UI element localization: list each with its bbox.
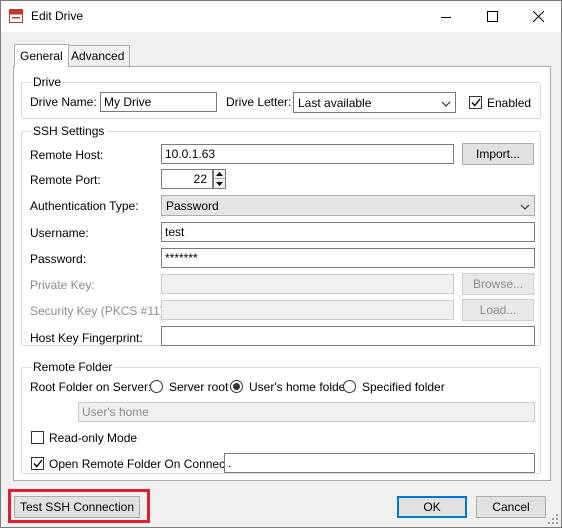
ok-button[interactable]: OK	[397, 496, 467, 518]
remote-host-input[interactable]: 10.0.1.63	[161, 144, 454, 164]
open-on-connect-checkbox[interactable]	[31, 457, 44, 470]
chevron-down-icon	[520, 199, 530, 213]
enabled-checkbox[interactable]	[469, 96, 482, 109]
maximize-button[interactable]	[469, 1, 515, 32]
drive-name-label: Drive Name:	[30, 95, 97, 109]
radio-selected-dot	[233, 383, 240, 390]
window-title: Edit Drive	[31, 9, 84, 23]
password-input[interactable]: *******	[161, 248, 535, 268]
tab-panel-general: Drive Drive Name: My Drive Drive Letter:…	[13, 66, 551, 481]
radio-specified-folder-label: Specified folder	[362, 380, 445, 394]
remote-port-input[interactable]: 22	[161, 169, 213, 189]
import-button[interactable]: Import...	[462, 143, 534, 165]
annotation-highlight-box	[8, 489, 150, 523]
tab-advanced-label: Advanced	[71, 49, 125, 63]
radio-server-root[interactable]	[150, 380, 163, 393]
root-folder-label: Root Folder on Server:	[30, 380, 152, 394]
open-on-connect-label: Open Remote Folder On Connect:	[49, 457, 232, 471]
username-label: Username:	[30, 226, 89, 240]
minimize-button[interactable]	[423, 1, 469, 32]
tab-general[interactable]: General	[14, 44, 69, 67]
auth-type-label: Authentication Type:	[30, 199, 139, 213]
remote-folder-path-input: User's home	[78, 402, 535, 422]
drive-name-input[interactable]: My Drive	[100, 92, 217, 112]
close-button[interactable]	[515, 1, 561, 32]
auth-type-value: Password	[166, 198, 219, 213]
checkmark-icon	[470, 98, 481, 107]
username-input[interactable]: test	[161, 222, 535, 242]
cancel-button[interactable]: Cancel	[476, 496, 546, 518]
radio-users-home-folder-label: User's home folder	[249, 380, 350, 394]
drive-group-label: Drive	[31, 75, 64, 89]
remote-port-label: Remote Port:	[30, 173, 101, 187]
spinner-down-icon[interactable]	[214, 179, 225, 188]
drive-letter-label: Drive Letter:	[226, 95, 292, 109]
port-spinner[interactable]	[213, 169, 226, 189]
ssh-settings-group-label: SSH Settings	[31, 124, 107, 138]
spinner-up-icon[interactable]	[214, 170, 225, 179]
app-icon	[9, 9, 23, 23]
readonly-mode-label: Read-only Mode	[49, 431, 138, 445]
resize-grip-icon[interactable]	[547, 513, 559, 525]
security-key-label: Security Key (PKCS #11):	[30, 304, 168, 318]
readonly-mode-checkbox[interactable]	[31, 431, 44, 444]
host-key-fingerprint-label: Host Key Fingerprint:	[30, 331, 143, 345]
radio-specified-folder[interactable]	[343, 380, 356, 393]
password-label: Password:	[30, 252, 87, 266]
host-key-fingerprint-input[interactable]	[161, 326, 535, 346]
drive-letter-value: Last available	[298, 95, 372, 110]
title-bar[interactable]: Edit Drive	[1, 1, 561, 32]
remote-host-label: Remote Host:	[30, 148, 104, 162]
private-key-input	[161, 274, 454, 294]
chevron-down-icon	[441, 96, 451, 110]
radio-users-home-folder[interactable]	[230, 380, 243, 393]
auth-type-select[interactable]: Password	[161, 195, 535, 216]
enabled-label: Enabled	[487, 96, 532, 110]
private-key-label: Private Key:	[30, 278, 95, 292]
edit-drive-window: Edit Drive General Advanced Drive Drive …	[0, 0, 562, 528]
checkmark-icon	[32, 459, 43, 468]
browse-button: Browse...	[462, 273, 534, 295]
tab-advanced[interactable]: Advanced	[65, 45, 131, 67]
load-button: Load...	[462, 299, 534, 321]
remote-folder-group-label: Remote Folder	[31, 360, 115, 374]
drive-letter-select[interactable]: Last available	[293, 92, 456, 113]
tab-general-label: General	[20, 49, 63, 63]
radio-server-root-label: Server root	[169, 380, 229, 394]
security-key-input	[161, 300, 454, 320]
open-on-connect-input[interactable]: .	[224, 453, 535, 473]
